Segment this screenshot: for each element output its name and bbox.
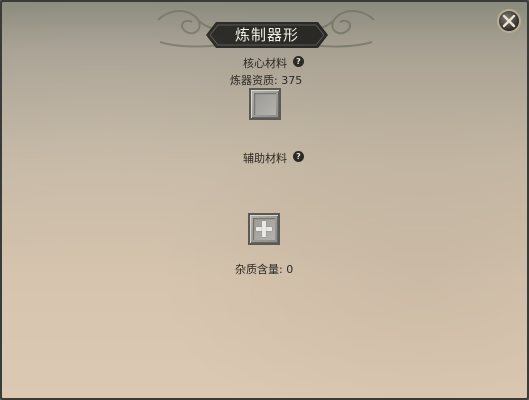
core-material-label: 核心材料 (243, 57, 287, 70)
close-button[interactable] (497, 9, 521, 33)
refine-shape-panel: 炼制器形 核心材料 ? 炼器资质: 375 辅助材料 ? 杂质含量: 0 (0, 0, 529, 400)
impurity-text: 杂质含量: 0 (235, 263, 294, 276)
close-x-icon (502, 14, 516, 28)
core-material-slot[interactable] (249, 88, 281, 120)
core-material-help-icon[interactable]: ? (293, 56, 304, 67)
aux-material-slot[interactable] (248, 213, 280, 245)
plus-icon-vertical (262, 221, 266, 237)
core-material-slot-empty (254, 93, 276, 115)
aux-material-label: 辅助材料 (243, 152, 287, 165)
window-title: 炼制器形 (234, 26, 299, 44)
aux-material-help-icon[interactable]: ? (293, 151, 304, 162)
refine-quality-text: 炼器资质: 375 (230, 74, 303, 87)
